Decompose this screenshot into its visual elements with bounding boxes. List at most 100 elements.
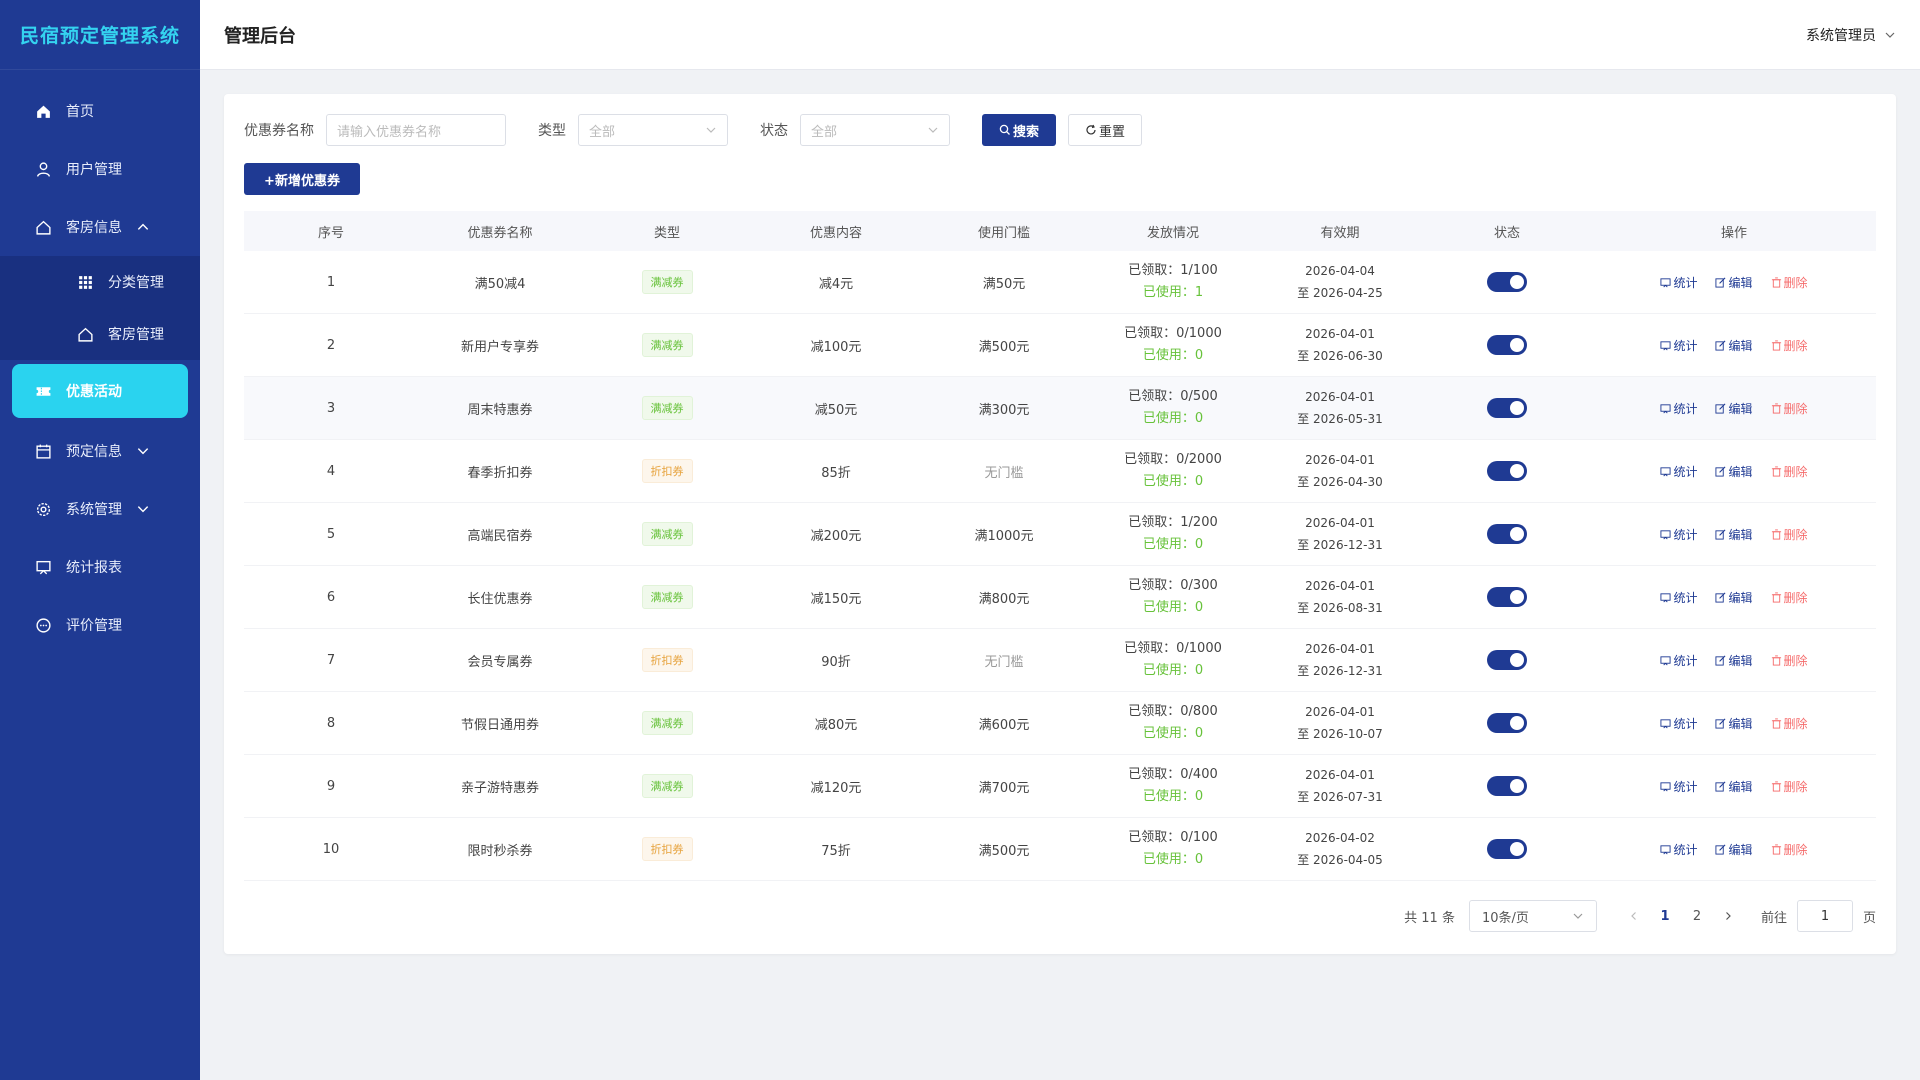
sidebar-item-rooms[interactable]: 客房信息	[0, 198, 200, 256]
row-index: 10	[322, 841, 340, 857]
filter-bar: 优惠券名称 请输入优惠券名称 类型 全部 状态 全部 搜索 重置	[244, 114, 1142, 146]
chart-icon	[1660, 466, 1672, 476]
coupon-type-tag: 满减券	[641, 270, 693, 294]
delete-button[interactable]: 删除	[1771, 715, 1808, 732]
edit-button[interactable]: 编辑	[1715, 274, 1753, 291]
goto-label: 前往	[1760, 910, 1787, 926]
delete-button[interactable]: 删除	[1771, 526, 1808, 543]
page-number[interactable]: 2	[1681, 909, 1713, 924]
edit-label: 编辑	[1728, 716, 1753, 731]
type-label: 类型	[538, 123, 566, 139]
edit-button[interactable]: 编辑	[1715, 841, 1753, 858]
status-toggle[interactable]	[1487, 587, 1527, 607]
gear-icon	[34, 500, 52, 518]
coupon-type-tag: 满减券	[641, 333, 693, 357]
stats-button[interactable]: 统计	[1660, 400, 1697, 417]
sidebar-item-label: 预定信息	[66, 444, 122, 460]
sidebar-item-label: 用户管理	[66, 162, 122, 178]
sidebar-item-home[interactable]: 首页	[0, 82, 200, 140]
stats-button[interactable]: 统计	[1660, 274, 1697, 291]
status-toggle[interactable]	[1487, 713, 1527, 733]
sidebar-item-bookings[interactable]: 预定信息	[0, 422, 200, 480]
delete-button[interactable]: 删除	[1771, 652, 1808, 669]
valid-end: 至 2026-04-05	[1297, 853, 1383, 867]
sidebar-item-coupons[interactable]: 优惠活动	[12, 364, 188, 418]
coupon-threshold: 满500元	[978, 843, 1030, 859]
status-toggle[interactable]	[1487, 272, 1527, 292]
user-menu[interactable]: 系统管理员	[1806, 25, 1896, 45]
coupon-name-input[interactable]: 请输入优惠券名称	[326, 114, 506, 146]
edit-icon	[1715, 844, 1726, 855]
edit-button[interactable]: 编辑	[1715, 526, 1753, 543]
stats-button[interactable]: 统计	[1660, 589, 1697, 606]
add-coupon-button[interactable]: +新增优惠券	[244, 163, 360, 195]
edit-button[interactable]: 编辑	[1715, 400, 1753, 417]
trash-icon	[1771, 528, 1781, 540]
stats-button[interactable]: 统计	[1660, 778, 1697, 795]
search-button[interactable]: 搜索	[982, 114, 1056, 146]
col-header: 有效期	[1320, 225, 1360, 241]
valid-end: 至 2026-08-31	[1297, 601, 1383, 615]
sidebar-item-reviews[interactable]: 评价管理	[0, 596, 200, 654]
sidebar-item-users[interactable]: 用户管理	[0, 140, 200, 198]
valid-start: 2026-04-01	[1305, 516, 1375, 530]
delete-button[interactable]: 删除	[1771, 274, 1808, 291]
chart-icon	[1660, 340, 1672, 350]
coupon-type-tag: 折扣券	[641, 459, 693, 483]
status-toggle[interactable]	[1487, 398, 1527, 418]
goto-page-input[interactable]: 1	[1796, 900, 1853, 932]
received-count: 已领取：0/1000	[1124, 641, 1222, 656]
next-page-button[interactable]	[1713, 911, 1743, 921]
sidebar-item-reports[interactable]: 统计报表	[0, 538, 200, 596]
coupon-content: 减150元	[810, 591, 862, 607]
page-size-select[interactable]: 10条/页	[1468, 900, 1597, 932]
edit-button[interactable]: 编辑	[1715, 652, 1753, 669]
trash-icon	[1771, 339, 1781, 351]
delete-button[interactable]: 删除	[1771, 841, 1808, 858]
received-count: 已领取：1/100	[1128, 263, 1218, 278]
delete-button[interactable]: 删除	[1771, 778, 1808, 795]
stats-label: 统计	[1673, 338, 1698, 353]
table-row: 3 周末特惠券 满减券 减50元 满300元 已领取：0/500 已使用：0 2026-04-…	[244, 377, 1876, 440]
stats-button[interactable]: 统计	[1660, 841, 1697, 858]
sidebar-item-system[interactable]: 系统管理	[0, 480, 200, 538]
valid-end: 至 2026-10-07	[1297, 727, 1383, 741]
stats-button[interactable]: 统计	[1660, 463, 1697, 480]
table-row: 1 满50减4 满减券 减4元 满50元 已领取：1/100 已使用：1 2026-04-04…	[244, 251, 1876, 314]
used-count: 已使用：1	[1142, 285, 1204, 300]
used-count: 已使用：0	[1142, 852, 1204, 867]
chevron-up-icon	[136, 220, 150, 234]
reset-button[interactable]: 重置	[1068, 114, 1142, 146]
valid-end: 至 2026-04-30	[1297, 475, 1383, 489]
status-toggle[interactable]	[1487, 461, 1527, 481]
status-toggle[interactable]	[1487, 335, 1527, 355]
valid-end: 至 2026-12-31	[1297, 538, 1383, 552]
sidebar-item-category[interactable]: 分类管理	[0, 256, 200, 308]
stats-button[interactable]: 统计	[1660, 526, 1697, 543]
edit-button[interactable]: 编辑	[1715, 337, 1753, 354]
stats-button[interactable]: 统计	[1660, 652, 1697, 669]
type-select[interactable]: 全部	[578, 114, 728, 146]
edit-button[interactable]: 编辑	[1715, 778, 1753, 795]
delete-button[interactable]: 删除	[1771, 589, 1808, 606]
page-number[interactable]: 1	[1649, 909, 1681, 924]
edit-icon	[1715, 781, 1726, 792]
status-toggle[interactable]	[1487, 776, 1527, 796]
delete-button[interactable]: 删除	[1771, 400, 1808, 417]
edit-button[interactable]: 编辑	[1715, 715, 1753, 732]
sidebar-item-room-manage[interactable]: 客房管理	[0, 308, 200, 360]
stats-button[interactable]: 统计	[1660, 715, 1697, 732]
delete-button[interactable]: 删除	[1771, 337, 1808, 354]
user-name: 系统管理员	[1806, 27, 1876, 44]
status-toggle[interactable]	[1487, 650, 1527, 670]
user-icon	[34, 160, 52, 178]
col-header: 使用门槛	[977, 225, 1030, 241]
stats-button[interactable]: 统计	[1660, 337, 1697, 354]
status-toggle[interactable]	[1487, 839, 1527, 859]
edit-button[interactable]: 编辑	[1715, 463, 1753, 480]
edit-button[interactable]: 编辑	[1715, 589, 1753, 606]
delete-button[interactable]: 删除	[1771, 463, 1808, 480]
status-select[interactable]: 全部	[800, 114, 950, 146]
prev-page-button[interactable]	[1619, 911, 1649, 921]
status-toggle[interactable]	[1487, 524, 1527, 544]
